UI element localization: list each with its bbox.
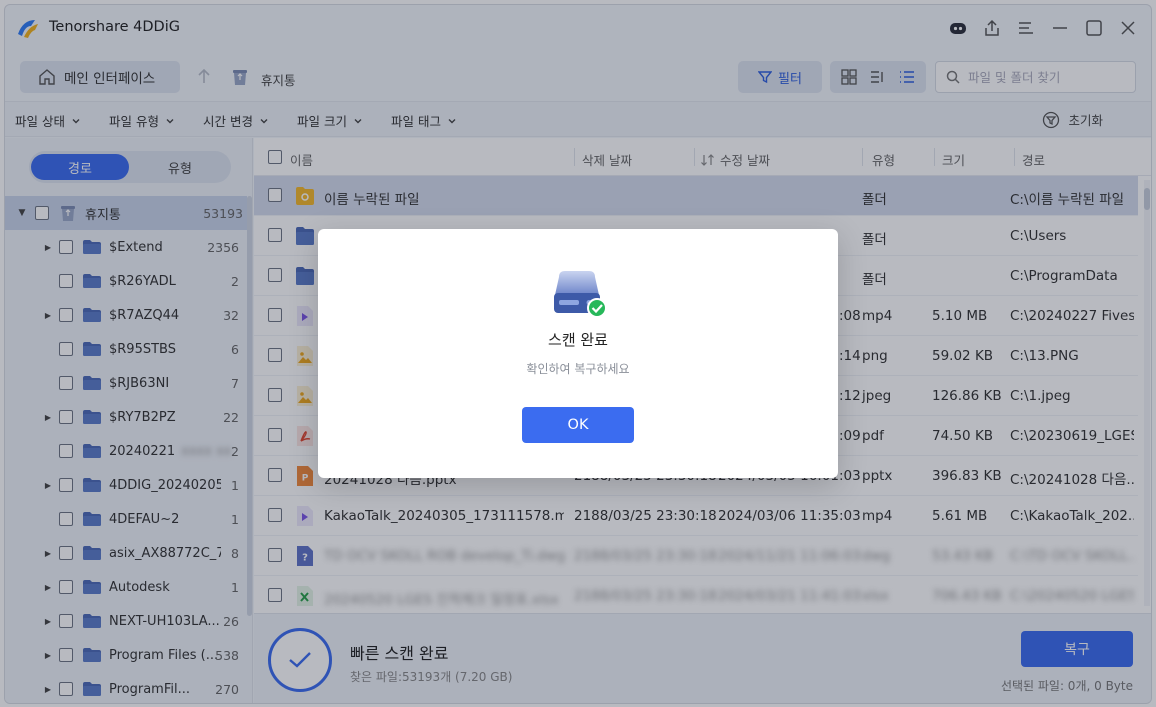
drive-complete-icon xyxy=(554,271,607,318)
dialog-title: 스캔 완료 xyxy=(548,331,608,349)
ok-button[interactable]: OK xyxy=(522,407,634,443)
scan-complete-dialog: 스캔 완료 확인하여 복구하세요 OK xyxy=(318,229,838,478)
dialog-message: 확인하여 복구하세요 xyxy=(526,362,630,376)
